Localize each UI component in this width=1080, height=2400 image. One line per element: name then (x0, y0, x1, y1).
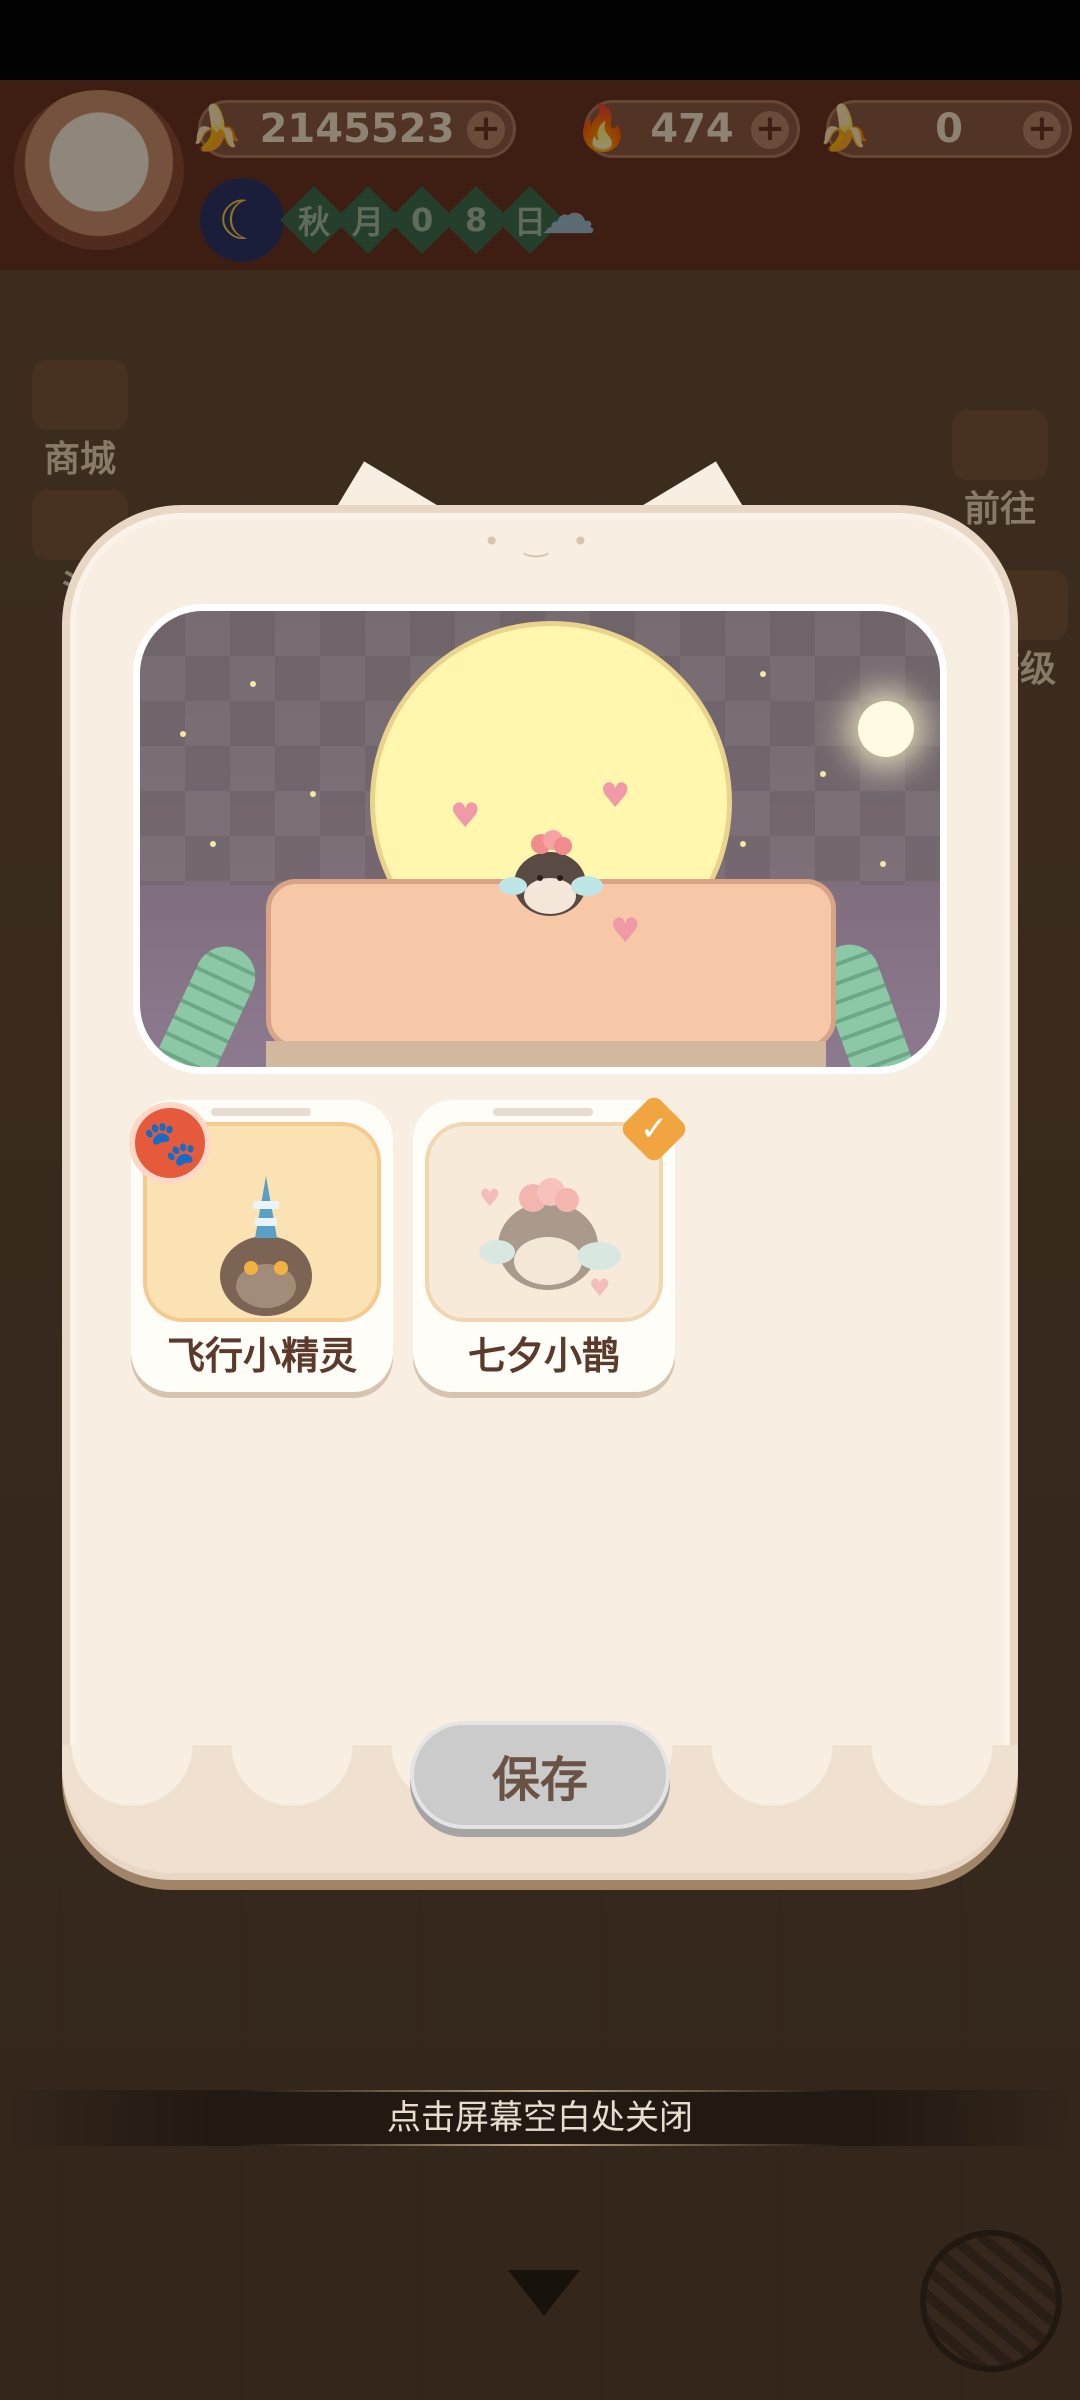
paw-badge-icon: 🐾 (129, 1102, 211, 1184)
save-button[interactable]: 保存 (410, 1721, 670, 1829)
svg-text:♥: ♥ (589, 1274, 611, 1302)
magpie-pet-icon (499, 830, 603, 916)
close-hint-text: 点击屏幕空白处关闭 (387, 2098, 693, 2138)
skin-card-flying-sprite[interactable]: 🐾 飞行小精灵 (129, 1100, 393, 1392)
sparkle-icon (858, 701, 914, 757)
skin-preview: ♥ ♥ ♥ (133, 604, 947, 1074)
cat-face-decoration: • ‿ • (483, 525, 597, 558)
qixi-magpie-icon: ♥ ♥ (479, 1178, 621, 1302)
skin-card-qixi-magpie[interactable]: ♥ ♥ ✓ 七夕小鹊 (413, 1093, 690, 1392)
skin-name: 飞行小精灵 (166, 1334, 357, 1378)
skin-name: 七夕小鹊 (467, 1334, 620, 1378)
svg-text:♥: ♥ (479, 1184, 501, 1212)
